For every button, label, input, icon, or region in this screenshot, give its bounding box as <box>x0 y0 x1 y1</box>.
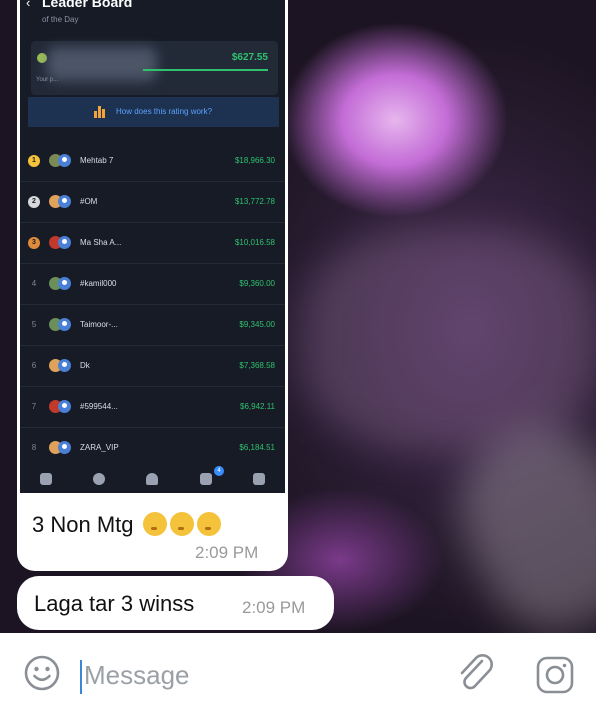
rank-badge: 1 <box>28 155 40 167</box>
trader-amount: $9,345.00 <box>239 320 275 329</box>
progress-bar <box>143 69 268 71</box>
trophy-icon[interactable] <box>200 473 212 485</box>
trader-amount: $6,184.51 <box>239 443 275 452</box>
message-timestamp: 2:09 PM <box>242 598 306 617</box>
camera-icon[interactable] <box>535 655 575 695</box>
avatar <box>58 277 71 290</box>
table-row[interactable]: 8 ZARA_VIP $6,184.51 <box>20 428 285 469</box>
message-text: 3 Non Mtg <box>32 512 221 538</box>
trader-name: Taimoor-... <box>80 320 118 329</box>
text-message-bubble[interactable]: Laga tar 3 winss 2:09 PM <box>17 576 334 630</box>
trader-amount: $6,942.11 <box>240 402 275 411</box>
avatar <box>58 154 71 167</box>
trader-amount: $18,966.30 <box>234 156 275 165</box>
rank-badge: 3 <box>28 237 40 249</box>
leaderboard-subtitle: of the Day <box>42 15 79 24</box>
avatar <box>58 318 71 331</box>
notification-badge: 4 <box>214 466 224 476</box>
table-row[interactable]: 5 Taimoor-... $9,345.00 <box>20 305 285 346</box>
avatar <box>58 359 71 372</box>
text-caret <box>80 660 82 694</box>
redacted-name <box>47 47 157 81</box>
table-row[interactable]: 1 Mehtab 7 $18,966.30 <box>20 141 285 182</box>
help-icon[interactable] <box>93 473 105 485</box>
composer-bar <box>0 633 596 716</box>
table-row[interactable]: 4 #kamil000 $9,360.00 <box>20 264 285 305</box>
message-input[interactable] <box>84 655 414 695</box>
avatar <box>58 441 71 454</box>
message-2-text: Laga tar 3 winss <box>34 591 195 616</box>
kissing-face-icon <box>196 512 221 536</box>
rating-info-link[interactable]: How does this rating work? <box>28 97 279 127</box>
rating-link-text: How does this rating work? <box>116 107 213 116</box>
avatar <box>37 53 47 63</box>
podium-icon <box>94 106 108 118</box>
leaderboard-screenshot[interactable]: ‹ Leader Board of the Day $627.55 Your p… <box>20 0 285 493</box>
rank-badge: 6 <box>31 361 37 370</box>
trader-name: Dk <box>80 361 90 370</box>
bottom-tab-bar <box>20 466 285 493</box>
leaderboard-header: ‹ Leader Board of the Day <box>20 0 285 24</box>
kissing-face-icon <box>169 512 194 536</box>
your-position-label: Your p... <box>36 77 59 83</box>
message-timestamp: 2:09 PM <box>195 543 259 562</box>
gallery-icon[interactable] <box>40 473 52 485</box>
trader-name: #OM <box>80 197 98 206</box>
your-position-card: $627.55 Your p... <box>31 41 278 95</box>
paperclip-icon[interactable] <box>456 653 496 695</box>
trader-name: #kamil000 <box>80 279 117 288</box>
smile-icon[interactable] <box>24 655 60 691</box>
avatar <box>58 236 71 249</box>
weary-face-icon <box>142 512 167 536</box>
table-row[interactable]: 7 #599544... $6,942.11 <box>20 387 285 428</box>
trader-name: Mehtab 7 <box>80 156 114 165</box>
trader-name: #599544... <box>80 402 118 411</box>
rank-badge: 5 <box>31 320 37 329</box>
rank-badge: 4 <box>31 279 37 288</box>
trader-amount: $9,360.00 <box>239 279 275 288</box>
profile-icon[interactable] <box>146 473 158 485</box>
table-row[interactable]: 2 #OM $13,772.78 <box>20 182 285 223</box>
trader-amount: $7,368.58 <box>239 361 275 370</box>
message-1-text: 3 Non Mtg <box>32 512 134 537</box>
rank-badge: 8 <box>31 443 37 452</box>
wallpaper-blur <box>300 230 596 450</box>
trader-name: ZARA_VIP <box>80 443 119 452</box>
rank-badge: 7 <box>31 402 37 411</box>
leaderboard-title: Leader Board <box>42 0 133 10</box>
trader-amount: $13,772.78 <box>234 197 275 206</box>
avatar <box>58 400 71 413</box>
chat-icon[interactable] <box>253 473 265 485</box>
trader-amount: $10,016.58 <box>234 238 275 247</box>
back-arrow-icon: ‹ <box>26 0 31 10</box>
table-row[interactable]: 3 Ma Sha A... $10,016.58 <box>20 223 285 264</box>
table-row[interactable]: 6 Dk $7,368.58 <box>20 346 285 387</box>
rank-badge: 2 <box>28 196 40 208</box>
trader-name: Ma Sha A... <box>80 238 122 247</box>
avatar <box>58 195 71 208</box>
your-amount: $627.55 <box>231 52 268 63</box>
